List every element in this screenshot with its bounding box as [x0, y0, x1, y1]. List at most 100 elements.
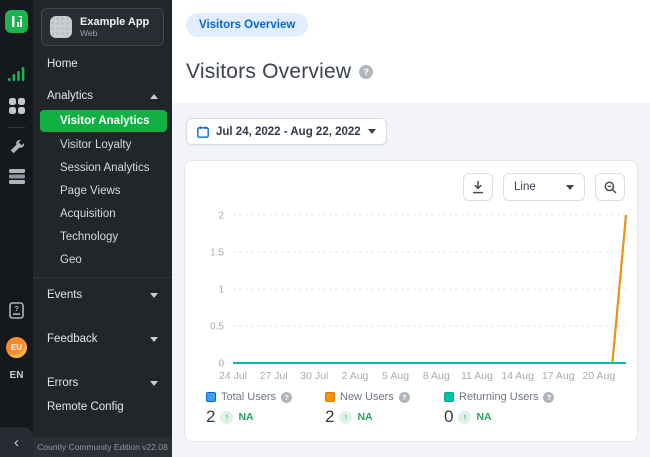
new-users-value: 2 — [325, 407, 334, 427]
sidebar: Example App Web Home Analytics Visitor A… — [33, 0, 172, 457]
returning-users-swatch — [444, 392, 454, 402]
sidebar-item-acquisition[interactable]: Acquisition — [33, 203, 172, 226]
utilities-wrench-icon[interactable] — [0, 139, 33, 155]
legend-help-icon[interactable]: ? — [399, 392, 410, 403]
sidebar-item-visitor-analytics[interactable]: Visitor Analytics — [40, 110, 167, 132]
sidebar-item-page-views[interactable]: Page Views — [33, 180, 172, 203]
chevron-down-icon — [368, 129, 376, 134]
spacer — [33, 76, 172, 84]
language-selector[interactable]: EN — [0, 370, 33, 381]
legend-returning-users[interactable]: Returning Users ? 0 ↑ NA — [444, 391, 563, 427]
download-icon — [472, 181, 484, 194]
y-tick-label: 2 — [218, 211, 224, 222]
legend-help-icon[interactable]: ? — [543, 392, 554, 403]
legend-total-users[interactable]: Total Users ? 2 ↑ NA — [206, 391, 325, 427]
chart-gridlines — [233, 215, 626, 363]
total-users-delta: NA — [238, 411, 253, 423]
sidebar-item-visitor-loyalty[interactable]: Visitor Loyalty — [33, 134, 172, 157]
x-tick-label: 8 Aug — [423, 370, 450, 382]
legend-label: Returning Users — [459, 391, 538, 403]
x-tick-label: 14 Aug — [501, 370, 534, 382]
chart-type-select[interactable]: Line — [503, 173, 585, 201]
app-name: Example App — [80, 16, 149, 28]
visitors-overview-chart[interactable]: 00.511.52 24 Jul27 Jul30 Jul2 Aug5 Aug8 … — [187, 207, 637, 389]
date-range-picker[interactable]: Jul 24, 2022 - Aug 22, 2022 — [186, 118, 387, 145]
visitors-chart-card: Line 00.511.52 24 Jul27 Jul30 Jul — [184, 160, 638, 442]
sidebar-section-feedback[interactable]: Feedback — [33, 327, 172, 351]
y-tick-label: 0 — [218, 359, 224, 370]
trend-up-icon: ↑ — [339, 411, 352, 424]
wrench-glyph — [9, 139, 25, 155]
sidebar-section-events[interactable]: Events — [33, 283, 172, 307]
title-help-icon[interactable]: ? — [359, 65, 373, 79]
help-docs-icon[interactable]: ? — [0, 302, 33, 319]
analytics-barchart-icon[interactable] — [0, 66, 33, 82]
sidebar-section-analytics[interactable]: Analytics — [33, 84, 172, 108]
download-button[interactable] — [463, 173, 493, 201]
y-axis-labels: 0 0.5 1 1.5 2 — [210, 211, 224, 370]
x-tick-label: 17 Aug — [542, 370, 575, 382]
sidebar-item-technology[interactable]: Technology — [33, 226, 172, 249]
content-area: Jul 24, 2022 - Aug 22, 2022 Line — [172, 103, 650, 457]
data-manager-stack-icon[interactable] — [0, 168, 33, 184]
chevron-down-icon — [150, 381, 158, 386]
errors-label: Errors — [47, 377, 78, 389]
total-users-swatch — [206, 392, 216, 402]
zoom-button[interactable] — [595, 173, 625, 201]
magnifier-icon — [604, 181, 617, 194]
sidebar-item-home[interactable]: Home — [33, 52, 172, 76]
countly-logo-icon[interactable] — [5, 10, 28, 33]
sidebar-item-session-analytics[interactable]: Session Analytics — [33, 157, 172, 180]
chevron-down-icon — [566, 185, 574, 190]
app-icon — [50, 16, 72, 38]
countly-logo-glyph — [9, 14, 24, 29]
x-tick-label: 20 Aug — [583, 370, 616, 382]
stack-glyph — [9, 168, 25, 184]
x-tick-label: 30 Jul — [300, 370, 328, 382]
x-tick-label: 5 Aug — [382, 370, 409, 382]
collapse-rail-button[interactable]: ‹ — [0, 427, 33, 457]
legend-label: Total Users — [221, 391, 276, 403]
app-selector-labels: Example App Web — [80, 16, 149, 38]
menu-divider — [33, 277, 172, 278]
sidebar-section-errors[interactable]: Errors — [33, 371, 172, 395]
chevron-down-icon — [150, 293, 158, 298]
y-tick-label: 1.5 — [210, 248, 224, 259]
title-row: Visitors Overview ? — [186, 60, 373, 84]
chart-series-lines — [233, 215, 626, 363]
x-tick-label: 2 Aug — [342, 370, 369, 382]
y-tick-label: 1 — [218, 285, 224, 296]
new-users-delta: NA — [357, 411, 372, 423]
returning-users-delta: NA — [476, 411, 491, 423]
feedback-label: Feedback — [47, 333, 98, 345]
analytics-label: Analytics — [47, 90, 93, 102]
trend-up-icon: ↑ — [458, 411, 471, 424]
svg-text:?: ? — [14, 304, 19, 313]
x-tick-label: 27 Jul — [260, 370, 288, 382]
barchart-glyph — [8, 66, 25, 82]
series-line-total-users — [233, 215, 626, 363]
apps-grid-icon[interactable] — [0, 98, 33, 114]
sidebar-item-geo[interactable]: Geo — [33, 249, 172, 272]
app-selector[interactable]: Example App Web — [41, 8, 164, 46]
edition-version-label: Countly Community Edition v22.08 — [33, 437, 172, 457]
sidebar-item-remote-config[interactable]: Remote Config — [33, 395, 172, 419]
chevron-down-icon — [150, 337, 158, 342]
series-line-new-users — [233, 215, 626, 363]
chevron-up-icon — [150, 94, 158, 99]
trend-up-icon: ↑ — [220, 411, 233, 424]
chart-type-value: Line — [514, 181, 536, 193]
countly-dashboard: ? EU EN ‹ Example App Web Home Analytics… — [0, 0, 650, 457]
new-users-swatch — [325, 392, 335, 402]
x-axis-labels: 24 Jul27 Jul30 Jul2 Aug5 Aug8 Aug11 Aug1… — [219, 370, 615, 382]
app-type: Web — [80, 28, 149, 38]
returning-users-value: 0 — [444, 407, 453, 427]
icon-rail: ? EU EN ‹ — [0, 0, 33, 457]
breadcrumb[interactable]: Visitors Overview — [186, 13, 308, 37]
legend-new-users[interactable]: New Users ? 2 ↑ NA — [325, 391, 444, 427]
legend-help-icon[interactable]: ? — [281, 392, 292, 403]
chart-controls: Line — [463, 173, 625, 201]
y-tick-label: 0.5 — [210, 322, 224, 333]
doc-question-glyph: ? — [9, 302, 24, 319]
user-avatar[interactable]: EU — [6, 337, 27, 358]
